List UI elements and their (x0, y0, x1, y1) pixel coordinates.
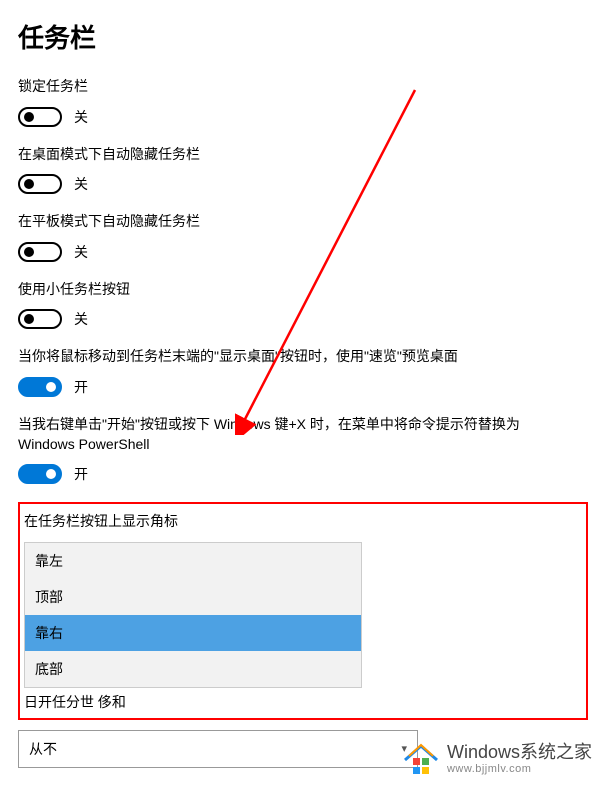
label-autohide-desktop: 在桌面模式下自动隐藏任务栏 (18, 145, 578, 165)
setting-autohide-desktop: 在桌面模式下自动隐藏任务栏 关 (18, 145, 588, 195)
watermark-main: Windows系统之家 (447, 743, 592, 763)
label-autohide-tablet: 在平板模式下自动隐藏任务栏 (18, 212, 578, 232)
toggle-autohide-desktop[interactable] (18, 174, 62, 194)
dropdown-option-top[interactable]: 顶部 (25, 579, 361, 615)
page-title: 任务栏 (18, 18, 588, 55)
label-lock: 锁定任务栏 (18, 77, 578, 97)
select-combine-value: 从不 (29, 739, 57, 759)
watermark: Windows系统之家 www.bjjmlv.com (401, 742, 592, 776)
toggle-peek[interactable] (18, 377, 62, 397)
watermark-logo-icon (401, 742, 441, 776)
label-powershell: 当我右键单击"开始"按钮或按下 Windows 键+X 时，在菜单中将命令提示符… (18, 415, 578, 454)
highlight-box: 在任务栏按钮上显示角标 靠左 顶部 靠右 底部 日开任分世 侈和 (18, 502, 588, 720)
toggle-lock[interactable] (18, 107, 62, 127)
watermark-sub: www.bjjmlv.com (447, 763, 592, 775)
toggle-powershell[interactable] (18, 464, 62, 484)
setting-peek: 当你将鼠标移动到任务栏末端的"显示桌面"按钮时，使用"速览"预览桌面 开 (18, 347, 588, 397)
dropdown-option-bottom[interactable]: 底部 (25, 651, 361, 687)
partial-hidden-text: 日开任分世 侈和 (24, 692, 582, 712)
setting-lock: 锁定任务栏 关 (18, 77, 588, 127)
toggle-powershell-state: 开 (74, 464, 88, 484)
dropdown-option-right[interactable]: 靠右 (25, 615, 361, 651)
setting-powershell: 当我右键单击"开始"按钮或按下 Windows 键+X 时，在菜单中将命令提示符… (18, 415, 588, 484)
toggle-lock-state: 关 (74, 107, 88, 127)
label-peek: 当你将鼠标移动到任务栏末端的"显示桌面"按钮时，使用"速览"预览桌面 (18, 347, 578, 367)
label-small-buttons: 使用小任务栏按钮 (18, 280, 578, 300)
dropdown-badges[interactable]: 靠左 顶部 靠右 底部 (24, 542, 362, 688)
toggle-small-buttons-state: 关 (74, 309, 88, 329)
toggle-autohide-tablet-state: 关 (74, 242, 88, 262)
setting-small-buttons: 使用小任务栏按钮 关 (18, 280, 588, 330)
toggle-autohide-desktop-state: 关 (74, 174, 88, 194)
toggle-peek-state: 开 (74, 377, 88, 397)
dropdown-option-left[interactable]: 靠左 (25, 543, 361, 579)
select-combine[interactable]: 从不 ▾ (18, 730, 418, 768)
toggle-autohide-tablet[interactable] (18, 242, 62, 262)
label-badges: 在任务栏按钮上显示角标 (24, 512, 582, 532)
setting-autohide-tablet: 在平板模式下自动隐藏任务栏 关 (18, 212, 588, 262)
toggle-small-buttons[interactable] (18, 309, 62, 329)
